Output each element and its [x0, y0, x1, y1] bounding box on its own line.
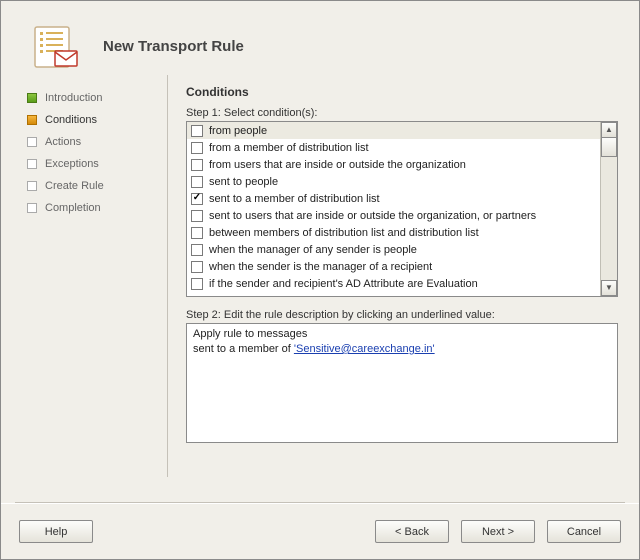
- back-button[interactable]: < Back: [375, 520, 449, 543]
- condition-label: between members of distribution list and…: [209, 227, 479, 239]
- step-future-icon: [27, 159, 37, 169]
- wizard-title: New Transport Rule: [103, 38, 244, 55]
- checkbox[interactable]: [191, 244, 203, 256]
- condition-label: from a member of distribution list: [209, 142, 369, 154]
- condition-row[interactable]: if the sender and recipient's AD Attribu…: [187, 275, 600, 292]
- conditions-listbox[interactable]: from people from a member of distributio…: [186, 121, 618, 297]
- help-button[interactable]: Help: [19, 520, 93, 543]
- wizard-window: New Transport Rule Introduction Conditio…: [0, 0, 640, 560]
- wizard-icon: [29, 21, 79, 71]
- nav-step-introduction[interactable]: Introduction: [27, 87, 167, 109]
- nav-step-exceptions[interactable]: Exceptions: [27, 153, 167, 175]
- checkbox[interactable]: [191, 142, 203, 154]
- cancel-button[interactable]: Cancel: [547, 520, 621, 543]
- condition-row[interactable]: from people: [187, 122, 600, 139]
- condition-label: from users that are inside or outside th…: [209, 159, 466, 171]
- condition-row[interactable]: from users that are inside or outside th…: [187, 156, 600, 173]
- nav-step-label: Introduction: [45, 92, 102, 104]
- wizard-steps-nav: Introduction Conditions Actions Exceptio…: [1, 75, 167, 477]
- condition-label: sent to people: [209, 176, 278, 188]
- step-future-icon: [27, 137, 37, 147]
- nav-step-create-rule[interactable]: Create Rule: [27, 175, 167, 197]
- nav-step-label: Completion: [45, 202, 101, 214]
- scroll-thumb[interactable]: [601, 137, 617, 157]
- condition-row[interactable]: when the manager of any sender is people: [187, 241, 600, 258]
- condition-row[interactable]: sent to a member of distribution list: [187, 190, 600, 207]
- conditions-list: from people from a member of distributio…: [187, 122, 600, 296]
- checkbox[interactable]: [191, 159, 203, 171]
- rule-description-box[interactable]: Apply rule to messages sent to a member …: [186, 323, 618, 443]
- condition-label: sent to users that are inside or outside…: [209, 210, 536, 222]
- rule-desc-prefix: sent to a member of: [193, 343, 294, 355]
- nav-step-label: Conditions: [45, 114, 97, 126]
- nav-step-label: Actions: [45, 136, 81, 148]
- checkbox[interactable]: [191, 261, 203, 273]
- step1-label: Step 1: Select condition(s):: [186, 107, 621, 119]
- checkbox[interactable]: [191, 227, 203, 239]
- wizard-footer: Help < Back Next > Cancel: [1, 503, 639, 559]
- scroll-up-icon[interactable]: ▲: [601, 122, 617, 138]
- step-future-icon: [27, 203, 37, 213]
- condition-row[interactable]: sent to people: [187, 173, 600, 190]
- next-button[interactable]: Next >: [461, 520, 535, 543]
- step-future-icon: [27, 181, 37, 191]
- scrollbar[interactable]: ▲ ▼: [600, 122, 617, 296]
- condition-label: when the manager of any sender is people: [209, 244, 417, 256]
- condition-label: sent to a member of distribution list: [209, 193, 380, 205]
- wizard-main: Conditions Step 1: Select condition(s): …: [167, 75, 639, 477]
- condition-label: from people: [209, 125, 267, 137]
- rule-desc-line1: Apply rule to messages: [193, 327, 611, 342]
- condition-row[interactable]: from a member of distribution list: [187, 139, 600, 156]
- wizard-header: New Transport Rule: [1, 1, 639, 75]
- step2-label: Step 2: Edit the rule description by cli…: [186, 309, 621, 321]
- checkbox[interactable]: [191, 278, 203, 290]
- condition-row[interactable]: between members of distribution list and…: [187, 224, 600, 241]
- checkbox[interactable]: [191, 176, 203, 188]
- condition-label: when the sender is the manager of a reci…: [209, 261, 432, 273]
- step-done-icon: [27, 93, 37, 103]
- nav-step-completion[interactable]: Completion: [27, 197, 167, 219]
- nav-step-actions[interactable]: Actions: [27, 131, 167, 153]
- nav-step-conditions[interactable]: Conditions: [27, 109, 167, 131]
- checkbox[interactable]: [191, 210, 203, 222]
- condition-label: if the sender and recipient's AD Attribu…: [209, 278, 478, 290]
- step-current-icon: [27, 115, 37, 125]
- condition-row[interactable]: when the sender is the manager of a reci…: [187, 258, 600, 275]
- nav-step-label: Exceptions: [45, 158, 99, 170]
- rule-desc-distribution-link[interactable]: 'Sensitive@careexchange.in': [294, 343, 435, 355]
- checkbox-checked[interactable]: [191, 193, 203, 205]
- scroll-down-icon[interactable]: ▼: [601, 280, 617, 296]
- rule-desc-line2: sent to a member of 'Sensitive@careexcha…: [193, 342, 611, 357]
- checkbox[interactable]: [191, 125, 203, 137]
- section-title: Conditions: [186, 85, 621, 99]
- condition-row[interactable]: sent to users that are inside or outside…: [187, 207, 600, 224]
- nav-step-label: Create Rule: [45, 180, 104, 192]
